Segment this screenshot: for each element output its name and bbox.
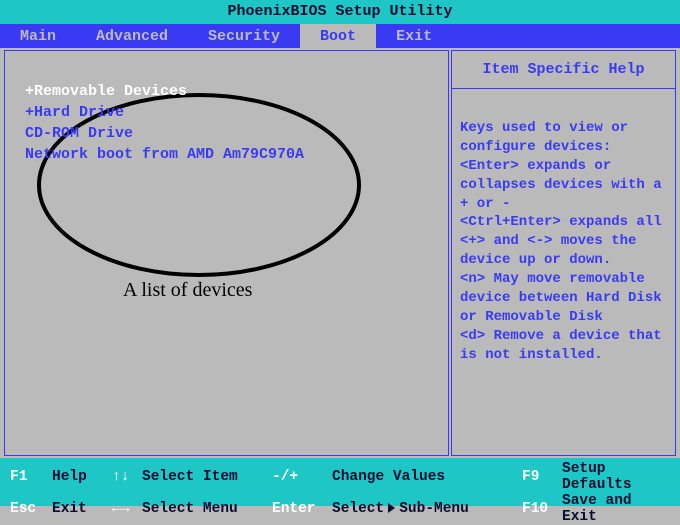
triangle-right-icon xyxy=(388,503,395,513)
device-hard-drive[interactable]: +Hard Drive xyxy=(25,102,428,123)
key-f9: F9 xyxy=(522,469,562,485)
key-f10: F10 xyxy=(522,501,562,517)
key-esc: Esc xyxy=(10,501,52,517)
label-exit: Exit xyxy=(52,501,112,517)
key-plusminus: -/+ xyxy=(272,469,332,485)
label-help: Help xyxy=(52,469,112,485)
main-area: +Removable Devices +Hard Drive CD-ROM Dr… xyxy=(0,48,680,458)
help-panel: Item Specific Help Keys used to view or … xyxy=(451,50,676,456)
menu-main[interactable]: Main xyxy=(0,24,76,48)
device-network[interactable]: Network boot from AMD Am79C970A xyxy=(25,144,428,165)
label-setup-defaults: Setup Defaults xyxy=(562,461,670,493)
key-enter: Enter xyxy=(272,501,332,517)
footer-bar: F1 Help ↑↓ Select Item -/+ Change Values… xyxy=(0,458,680,506)
label-select-submenu: SelectSub-Menu xyxy=(332,501,522,517)
label-change-values: Change Values xyxy=(332,469,522,485)
label-select-item: Select Item xyxy=(142,469,272,485)
title-bar: PhoenixBIOS Setup Utility xyxy=(0,0,680,24)
help-header: Item Specific Help xyxy=(451,50,676,89)
key-updown: ↑↓ xyxy=(112,469,142,485)
boot-device-panel: +Removable Devices +Hard Drive CD-ROM Dr… xyxy=(4,50,449,456)
label-save-exit: Save and Exit xyxy=(562,493,670,525)
boot-device-list[interactable]: +Removable Devices +Hard Drive CD-ROM Dr… xyxy=(25,81,428,165)
annotation-label: A list of devices xyxy=(123,279,252,302)
menu-bar: Main Advanced Security Boot Exit xyxy=(0,24,680,48)
help-body: Keys used to view or configure devices: … xyxy=(451,89,676,456)
menu-exit[interactable]: Exit xyxy=(376,24,452,48)
menu-boot[interactable]: Boot xyxy=(300,24,376,48)
key-f1: F1 xyxy=(10,469,52,485)
device-cdrom[interactable]: CD-ROM Drive xyxy=(25,123,428,144)
key-leftright: ←→ xyxy=(112,501,142,517)
label-select-menu: Select Menu xyxy=(142,501,272,517)
app-title: PhoenixBIOS Setup Utility xyxy=(227,3,452,20)
device-removable[interactable]: +Removable Devices xyxy=(25,81,428,102)
menu-advanced[interactable]: Advanced xyxy=(76,24,188,48)
menu-security[interactable]: Security xyxy=(188,24,300,48)
